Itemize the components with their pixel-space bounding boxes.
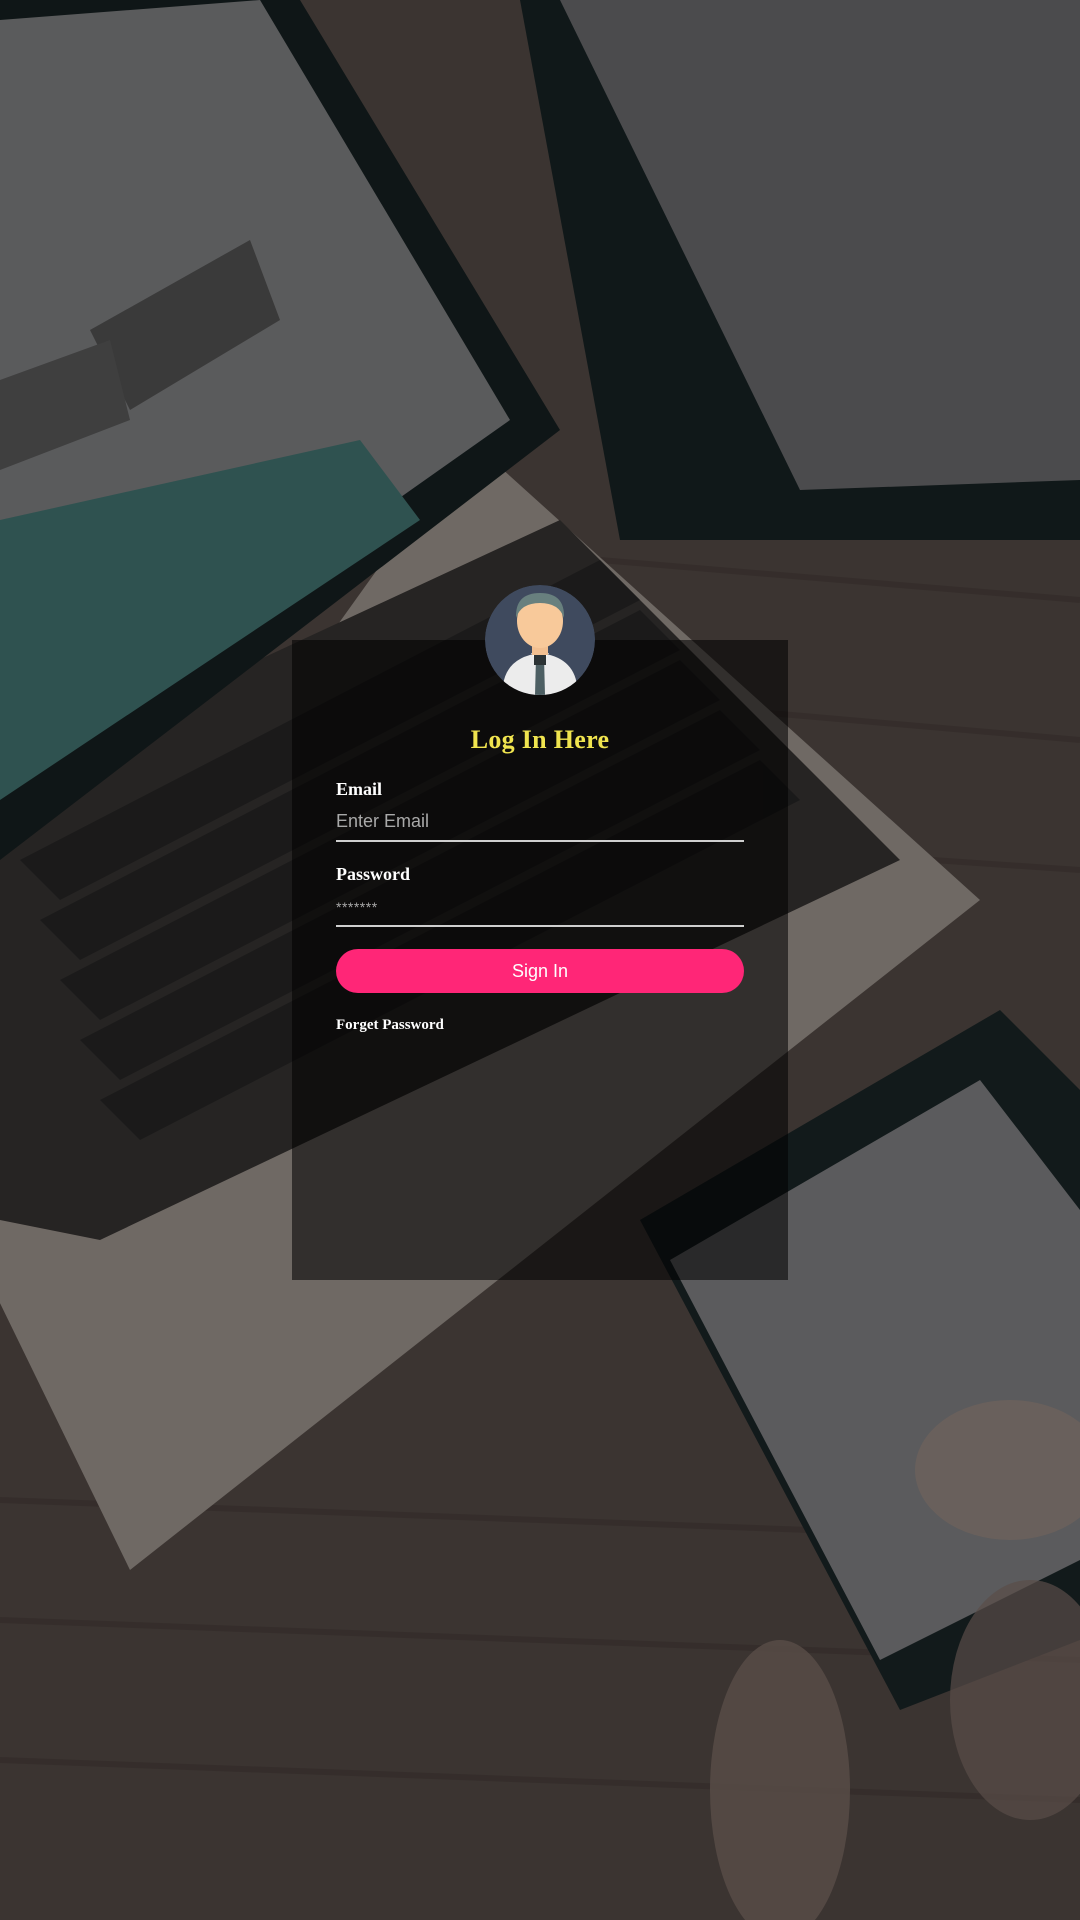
password-label: Password bbox=[336, 864, 411, 884]
sign-in-button[interactable]: Sign In bbox=[336, 949, 744, 993]
email-input[interactable] bbox=[336, 802, 744, 842]
login-panel: Log In Here Email Password Sign In Forge… bbox=[292, 585, 788, 1280]
password-input[interactable] bbox=[336, 887, 744, 927]
email-label: Email bbox=[336, 779, 383, 799]
user-avatar-icon bbox=[485, 585, 595, 695]
forget-password-link[interactable]: Forget Password bbox=[336, 1017, 444, 1034]
